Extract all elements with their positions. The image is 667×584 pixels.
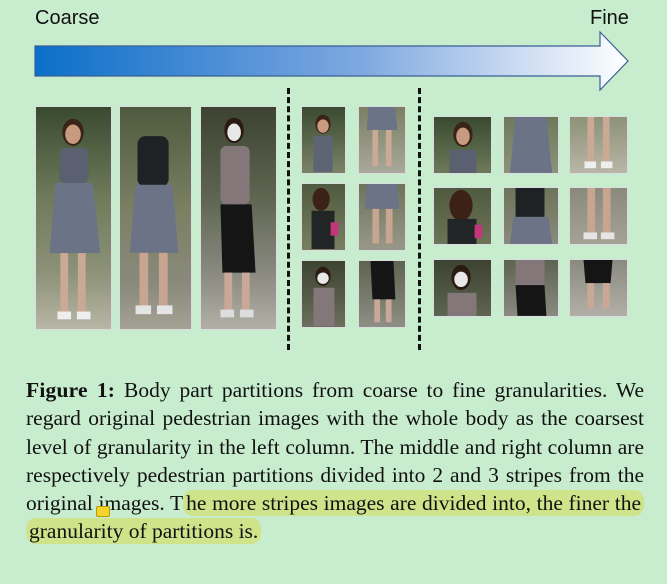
column-divider-2 bbox=[418, 88, 421, 350]
figure-label: Figure 1: bbox=[26, 378, 116, 402]
stripe-image-2-upper-1 bbox=[301, 106, 346, 174]
stripe-image-3-mid-3 bbox=[503, 259, 559, 317]
stripe-image-3-mid-1 bbox=[503, 116, 559, 174]
pedestrian-image-whole-3 bbox=[200, 106, 277, 330]
stripe-image-3-mid-2 bbox=[503, 187, 559, 245]
stripe-image-3-low-3 bbox=[569, 259, 628, 317]
coarse-label: Coarse bbox=[35, 7, 100, 29]
stripe-image-2-lower-2 bbox=[358, 183, 406, 251]
column-divider-1 bbox=[287, 88, 290, 350]
stripe-image-3-low-1 bbox=[569, 116, 628, 174]
pedestrian-image-whole-2 bbox=[119, 106, 192, 330]
coarse-to-fine-arrow bbox=[34, 31, 629, 92]
stripe-image-3-top-2 bbox=[433, 187, 492, 245]
annotation-cursor-icon bbox=[96, 506, 110, 517]
stripe-image-2-upper-3 bbox=[301, 260, 346, 328]
fine-label: Fine bbox=[590, 7, 629, 29]
pedestrian-image-whole-1 bbox=[35, 106, 112, 330]
stripe-image-3-low-2 bbox=[569, 187, 628, 245]
figure-caption: Figure 1: Body part partitions from coar… bbox=[26, 376, 644, 546]
stripe-image-2-lower-3 bbox=[358, 260, 406, 328]
stripe-image-3-top-1 bbox=[433, 116, 492, 174]
stripe-image-2-upper-2 bbox=[301, 183, 346, 251]
stripe-image-3-top-3 bbox=[433, 259, 492, 317]
stripe-image-2-lower-1 bbox=[358, 106, 406, 174]
